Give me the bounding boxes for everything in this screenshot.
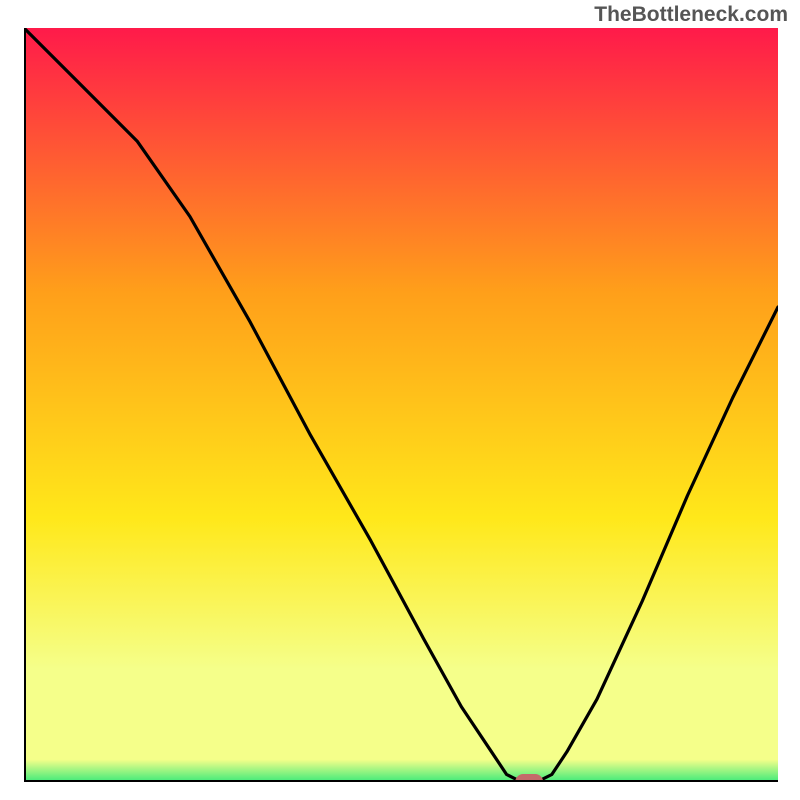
chart-plot [24, 28, 778, 782]
chart-svg [24, 28, 778, 782]
watermark-text: TheBottleneck.com [594, 3, 788, 27]
